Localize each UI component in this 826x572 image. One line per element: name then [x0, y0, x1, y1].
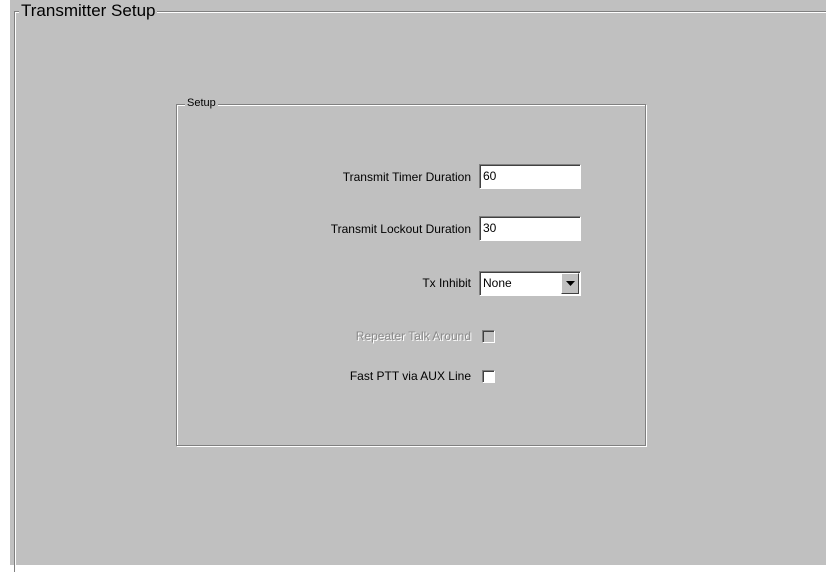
transmit-timer-duration-input[interactable]: 60	[479, 164, 581, 189]
transmit-timer-duration-label: Transmit Timer Duration	[342, 170, 471, 184]
chevron-down-icon	[566, 281, 575, 286]
transmit-lockout-duration-input[interactable]: 30	[479, 216, 581, 241]
transmitter-setup-panel: Transmitter Setup Setup Transmit Timer D…	[10, 0, 826, 572]
transmitter-setup-title: Transmitter Setup	[19, 0, 158, 22]
setup-group-title: Setup	[185, 96, 218, 111]
transmit-lockout-duration-label: Transmit Lockout Duration	[330, 222, 471, 236]
tx-inhibit-select[interactable]: None	[479, 271, 581, 296]
tx-inhibit-selected-value: None	[483, 276, 512, 290]
tx-inhibit-label: Tx Inhibit	[422, 276, 471, 290]
repeater-talk-around-checkbox	[482, 330, 495, 343]
fast-ptt-via-aux-line-checkbox[interactable]	[482, 370, 495, 383]
repeater-talk-around-label: Repeater Talk Around	[355, 329, 471, 343]
fast-ptt-via-aux-line-label: Fast PTT via AUX Line	[349, 369, 471, 383]
tx-inhibit-dropdown-button[interactable]	[561, 273, 579, 294]
